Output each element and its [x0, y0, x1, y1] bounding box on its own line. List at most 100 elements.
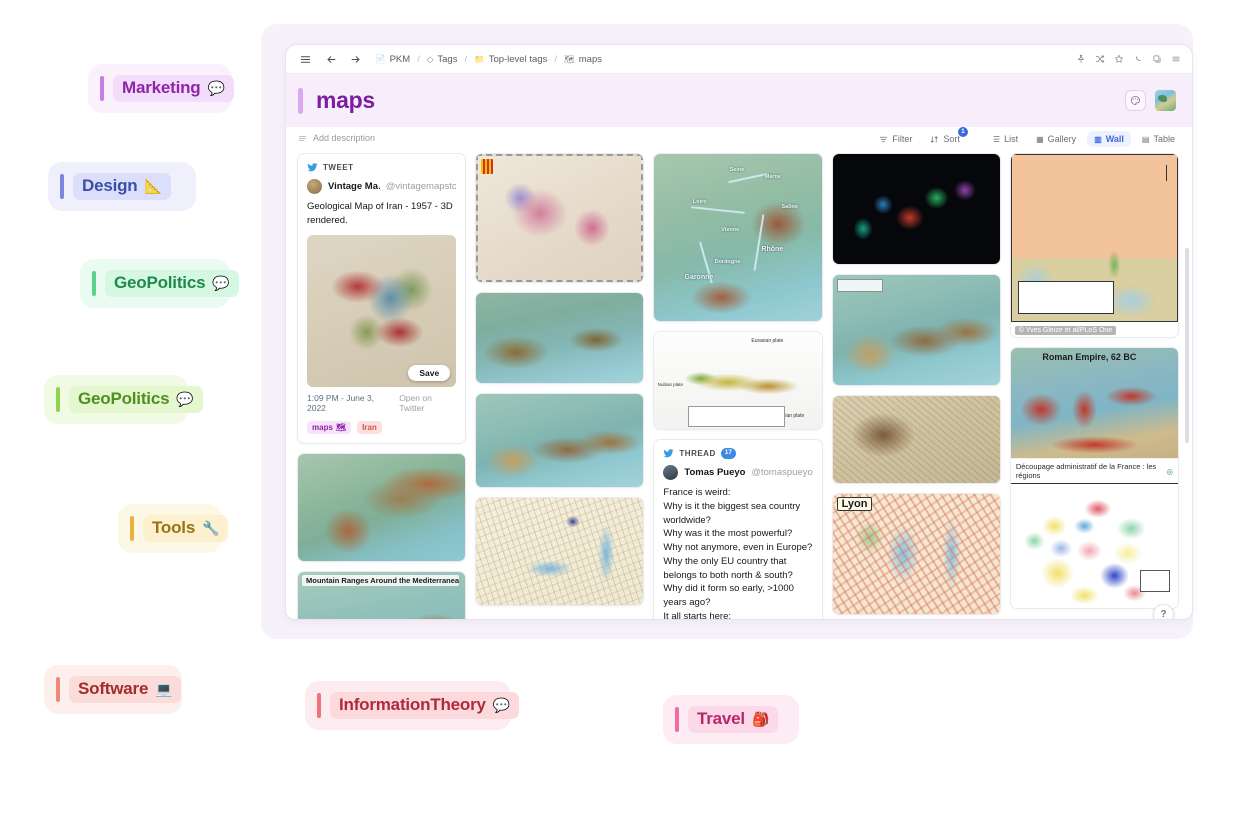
map-card-roman-empire[interactable]: Roman Empire, 62 BC Découpage administra… [1010, 347, 1179, 609]
breadcrumb-item-top-level-tags[interactable]: 📁 Top-level tags [474, 54, 547, 65]
save-button[interactable]: Save [408, 365, 450, 381]
wall-board: TWEET Vintage Ma… @vintagemapsto… Geolog… [286, 153, 1192, 620]
legend [837, 279, 883, 292]
image-caption: Mountain Ranges Around the Mediterranean [302, 575, 459, 586]
tweet-tag-iran[interactable]: Iran [357, 421, 382, 434]
sort-icon [930, 135, 939, 144]
breadcrumb-item-pkm[interactable]: 📄PKM [375, 54, 410, 65]
sort-button[interactable]: Sort 1 [923, 131, 967, 147]
tag-pill-geopolitics[interactable]: GeoPolitics💬 [44, 375, 188, 424]
map-image: Eurasian plate African plate Arabian pla… [654, 332, 821, 429]
thread-count-badge: 17 [721, 448, 736, 458]
corsica-inset [1140, 570, 1170, 592]
tab-wall[interactable]: ▥Wall [1087, 131, 1131, 147]
aragon-flag-icon [481, 159, 493, 174]
browser-toolbar: 📄PKM/◇Tags/📁Top-level tags/🗺maps [286, 45, 1192, 74]
tag-pill-geopolitics[interactable]: GeoPolitics💬 [80, 259, 230, 308]
map-card-europe-river-basins[interactable] [832, 153, 1001, 265]
river-label: Marne [765, 174, 781, 180]
tag-pill-software[interactable]: Software💻 [44, 665, 182, 714]
map-card-mountain-ranges[interactable]: Mountain Ranges Around the Mediterranean [297, 571, 466, 620]
map-image [1011, 483, 1178, 608]
tag-label-chip: Tools🔧 [143, 515, 228, 542]
pin-icon[interactable] [1076, 54, 1086, 64]
thread-card[interactable]: THREAD 17 Tomas Pueyo @tomaspueyo France… [653, 439, 822, 620]
tag-accent-bar [675, 707, 679, 732]
map-card-europe-relief[interactable] [832, 274, 1001, 386]
map-image [833, 396, 1000, 483]
tab-gallery[interactable]: ▦Gallery [1029, 131, 1083, 147]
tab-label: Table [1153, 134, 1175, 144]
tweet-media-image[interactable]: Save [307, 235, 456, 387]
help-button[interactable]: ? [1153, 604, 1174, 620]
map-card-europe-relief-2[interactable] [475, 393, 644, 488]
bookmark-icon[interactable] [1114, 54, 1124, 64]
river-label: Rhône [761, 246, 783, 253]
forward-icon[interactable] [345, 49, 365, 69]
river-label: Vienne [721, 227, 739, 233]
tag-pill-travel[interactable]: Travel🎒 [663, 695, 799, 744]
tag-pill-marketing[interactable]: Marketing💬 [88, 64, 232, 113]
folder-icon: 📁 [474, 55, 485, 64]
map-card-city-plan[interactable] [475, 497, 644, 606]
filter-label: Filter [892, 134, 912, 144]
image-credit: © Yves Gleize et al/PLoS One [1015, 326, 1116, 335]
breadcrumb-separator: / [464, 54, 467, 65]
speech-balloon-icon: 💬 [176, 392, 193, 406]
twitter-bird-icon [663, 448, 674, 459]
open-on-twitter-link[interactable]: Open on Twitter [399, 393, 456, 413]
vertical-scrollbar[interactable] [1185, 248, 1189, 443]
map-card-historical-france[interactable]: © Yves Gleize et al/PLoS One [1010, 153, 1179, 338]
tag-label: Travel [697, 709, 745, 729]
title-accent-bar [298, 88, 303, 114]
tag-pill-tools[interactable]: Tools🔧 [118, 504, 222, 553]
river-label: Seine [730, 167, 745, 173]
map-image: Lyon [833, 494, 1000, 614]
author-name: Tomas Pueyo [684, 467, 745, 478]
tag-accent-bar [56, 677, 60, 702]
author-handle: @tomaspueyo [751, 467, 812, 478]
tag-emoji-icon: 🗺 [336, 423, 346, 432]
author-handle: @vintagemapsto… [386, 181, 456, 192]
tag-accent-bar [56, 387, 60, 412]
hamburger-icon[interactable] [295, 49, 315, 69]
page-header: maps [286, 74, 1192, 127]
map-thumbnail-icon[interactable] [1155, 90, 1176, 111]
breadcrumb-label: Top-level tags [489, 54, 548, 65]
tweet-tag-maps[interactable]: maps🗺 [307, 421, 351, 434]
tag-pill-design[interactable]: Design📐 [48, 162, 196, 211]
speech-balloon-icon: 💬 [208, 81, 225, 95]
tweet-author: Vintage Ma… @vintagemapsto… [307, 179, 456, 194]
tag-pill-informationtheory[interactable]: InformationTheory💬 [305, 681, 511, 730]
header-actions [1125, 90, 1176, 111]
breadcrumb-item-tags[interactable]: ◇Tags [427, 54, 458, 65]
copy-icon[interactable] [1152, 54, 1162, 64]
shuffle-icon[interactable] [1095, 54, 1105, 64]
tweet-meta: 1:09 PM - June 3, 2022 Open on Twitter [307, 393, 456, 413]
map-card-tectonic-plates[interactable]: Eurasian plate African plate Arabian pla… [653, 331, 822, 430]
avatar [663, 465, 678, 480]
map-image: Mountain Ranges Around the Mediterranean [298, 572, 465, 620]
map-card-aerial-city[interactable] [832, 395, 1001, 484]
breadcrumb-item-maps[interactable]: 🗺maps [564, 54, 602, 65]
moon-icon[interactable] [1133, 54, 1143, 64]
tweet-kind-label: TWEET [323, 163, 354, 172]
map-image [476, 293, 643, 383]
tweet-card[interactable]: TWEET Vintage Ma… @vintagemapsto… Geolog… [297, 153, 466, 444]
map-card-lyon[interactable]: Lyon [832, 493, 1001, 615]
map-card-iberia-relief[interactable] [475, 292, 644, 384]
tab-table[interactable]: ▤Table [1135, 131, 1182, 147]
back-icon[interactable] [321, 49, 341, 69]
tab-list[interactable]: ☰List [986, 131, 1025, 147]
map-card-relief-france[interactable] [297, 453, 466, 562]
map-card-aragon[interactable] [475, 153, 644, 283]
grid-icon: ▦ [1036, 135, 1044, 144]
speech-balloon-icon: 💬 [212, 276, 229, 290]
palette-icon[interactable] [1125, 90, 1146, 111]
breadcrumb: 📄PKM/◇Tags/📁Top-level tags/🗺maps [375, 54, 1076, 65]
map-card-rivers-france[interactable]: Seine Marne Loire Saône Vienne Rhône Dor… [653, 153, 822, 322]
filter-button[interactable]: Filter [872, 131, 919, 147]
menu-icon[interactable] [1171, 54, 1181, 64]
map-image [298, 454, 465, 561]
filter-icon [879, 135, 888, 144]
